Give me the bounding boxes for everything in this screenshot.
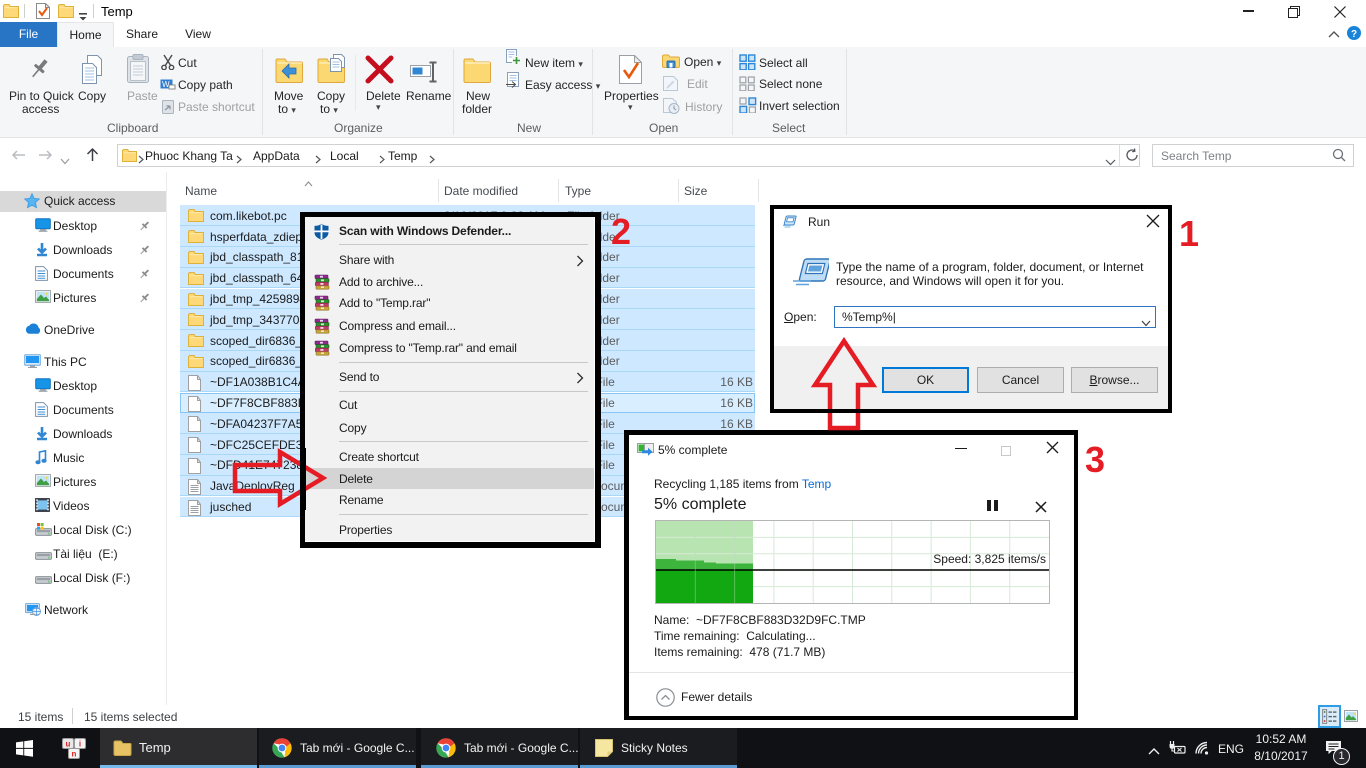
svg-text:i: i — [79, 740, 81, 749]
svg-text:?: ? — [1351, 29, 1357, 40]
svg-text:n: n — [72, 750, 77, 759]
svg-text:u: u — [66, 740, 71, 749]
